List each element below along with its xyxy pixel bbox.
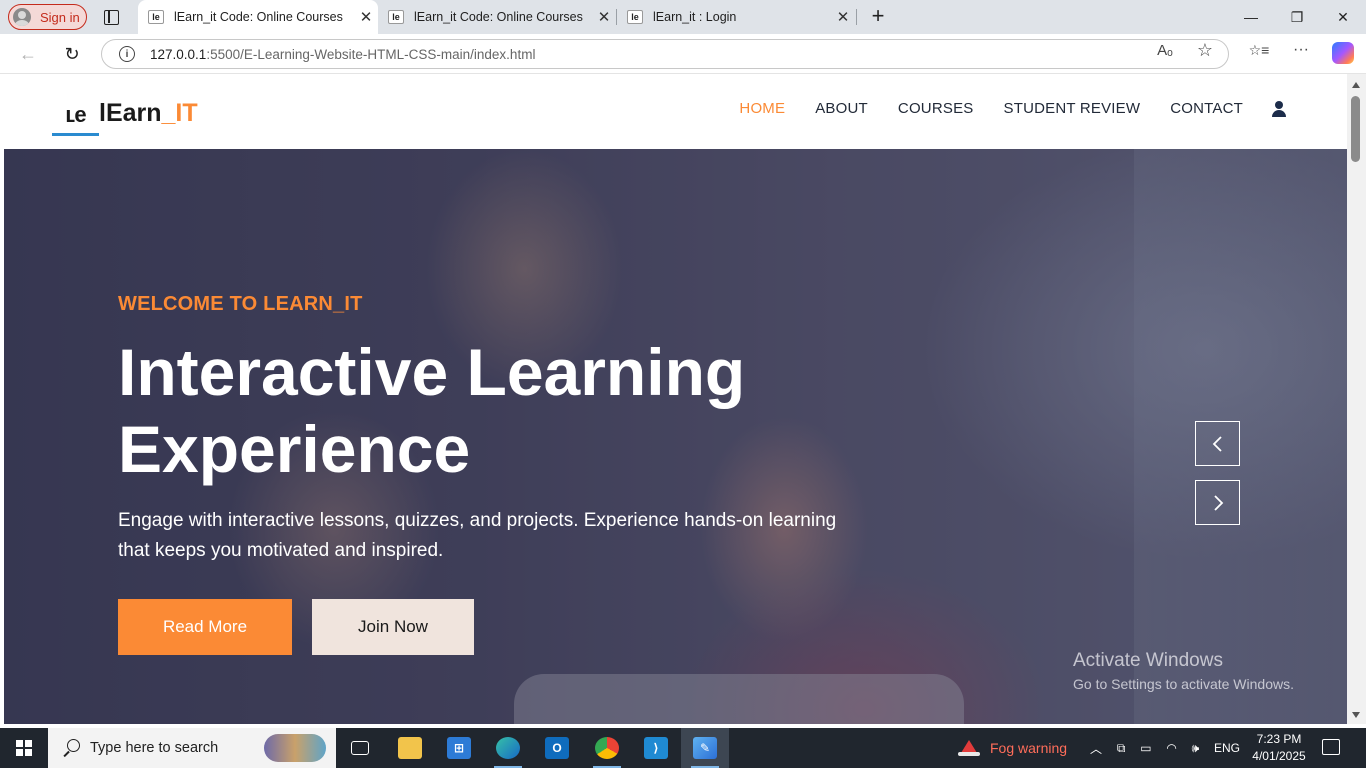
nav-contact[interactable]: CONTACT bbox=[1170, 100, 1243, 117]
task-view-icon bbox=[351, 741, 369, 755]
weather-text: Fog warning bbox=[990, 740, 1068, 756]
scroll-down-icon[interactable] bbox=[1352, 712, 1360, 718]
favorites-icon[interactable]: ☆≡ bbox=[1247, 40, 1271, 60]
windows-logo-icon bbox=[16, 740, 32, 756]
favicon-icon: le bbox=[148, 10, 164, 24]
search-placeholder: Type here to search bbox=[90, 740, 219, 756]
site-info-icon[interactable]: i bbox=[119, 46, 135, 62]
new-tab-button[interactable]: + bbox=[866, 3, 890, 29]
vscode-icon: ⟩ bbox=[644, 737, 668, 759]
join-now-button[interactable]: Join Now bbox=[312, 599, 474, 655]
file-explorer-button[interactable] bbox=[386, 728, 434, 768]
taskbar-clock[interactable]: 7:23 PM 4/01/2025 bbox=[1246, 731, 1312, 765]
site-header: ʟe lEarn_IT HOME ABOUT COURSES STUDENT R… bbox=[4, 74, 1347, 149]
profile-avatar-icon bbox=[13, 8, 31, 26]
favicon-icon: le bbox=[388, 10, 404, 24]
hero-headline: Interactive Learning Experience bbox=[118, 335, 746, 486]
wifi-icon[interactable]: ◠ bbox=[1166, 741, 1176, 755]
windows-taskbar: Type here to search ⊞ O ⟩ ✎ Fog warning … bbox=[0, 728, 1366, 768]
back-icon[interactable]: ← bbox=[14, 40, 42, 68]
taskbar-search-input[interactable]: Type here to search bbox=[48, 728, 336, 768]
nav-courses[interactable]: COURSES bbox=[898, 100, 974, 117]
task-view-button[interactable] bbox=[336, 728, 384, 768]
microsoft-store-button[interactable]: ⊞ bbox=[435, 728, 483, 768]
paint-icon: ✎ bbox=[693, 737, 717, 759]
maximize-button[interactable]: ❐ bbox=[1274, 0, 1320, 34]
tab-title: lEarn_it : Login bbox=[653, 10, 737, 24]
page-scrollbar[interactable] bbox=[1347, 74, 1366, 724]
store-icon: ⊞ bbox=[447, 737, 471, 759]
browser-tab-2[interactable]: le lEarn_it Code: Online Courses ✕ bbox=[378, 0, 616, 34]
carousel-next-button[interactable] bbox=[1195, 480, 1240, 525]
edge-icon bbox=[496, 737, 520, 759]
nav-home[interactable]: HOME bbox=[739, 100, 785, 117]
clock-time: 7:23 PM bbox=[1256, 732, 1302, 746]
logo-mark: ʟe bbox=[52, 96, 99, 136]
url-input[interactable]: i 127.0.0.1:5500/E-Learning-Website-HTML… bbox=[101, 39, 1229, 69]
system-tray: ︿ ⧉ ▭ ◠ 🕪 ENG bbox=[1090, 728, 1240, 768]
url-text: 127.0.0.1:5500/E-Learning-Website-HTML-C… bbox=[150, 46, 536, 62]
chrome-button[interactable] bbox=[583, 728, 631, 768]
tab-title: lEarn_it Code: Online Courses bbox=[174, 10, 343, 24]
tab-actions-icon[interactable] bbox=[101, 7, 121, 27]
fog-warning-icon bbox=[958, 740, 980, 756]
tab-title: lEarn_it Code: Online Courses bbox=[414, 10, 583, 24]
browser-tab-strip: Sign in le lEarn_it Code: Online Courses… bbox=[0, 0, 1366, 34]
nav-student-review[interactable]: STUDENT REVIEW bbox=[1004, 100, 1141, 117]
language-indicator[interactable]: ENG bbox=[1214, 741, 1240, 755]
close-window-button[interactable]: ✕ bbox=[1320, 0, 1366, 34]
hero-carousel: WELCOME TO LEARN_IT Interactive Learning… bbox=[4, 149, 1347, 724]
carousel-prev-button[interactable] bbox=[1195, 421, 1240, 466]
more-options-icon[interactable]: ··· bbox=[1291, 40, 1311, 60]
nav-about[interactable]: ABOUT bbox=[815, 100, 868, 117]
reload-icon[interactable]: ↻ bbox=[58, 40, 86, 68]
site-logo[interactable]: ʟe lEarn_IT bbox=[52, 96, 198, 136]
browser-tab-1[interactable]: le lEarn_it Code: Online Courses ✕ bbox=[138, 0, 378, 34]
outlook-icon: O bbox=[545, 737, 569, 759]
copilot-icon[interactable] bbox=[1332, 42, 1354, 64]
notification-center-icon[interactable] bbox=[1322, 739, 1340, 755]
browser-tab-3[interactable]: le lEarn_it : Login ✕ bbox=[617, 0, 855, 34]
volume-icon[interactable]: 🕪 bbox=[1192, 741, 1200, 756]
address-bar-row: ← ↻ i 127.0.0.1:5500/E-Learning-Website-… bbox=[0, 34, 1366, 74]
sign-in-label: Sign in bbox=[40, 9, 80, 25]
edge-button[interactable] bbox=[484, 728, 532, 768]
logo-name: lEarn_IT bbox=[99, 98, 198, 127]
chrome-icon bbox=[595, 737, 619, 759]
tab-separator bbox=[856, 9, 857, 25]
read-more-button[interactable]: Read More bbox=[118, 599, 292, 655]
start-button[interactable] bbox=[0, 728, 48, 768]
paint-button[interactable]: ✎ bbox=[681, 728, 729, 768]
tab-close-icon[interactable]: ✕ bbox=[831, 8, 855, 26]
page-viewport: ʟe lEarn_IT HOME ABOUT COURSES STUDENT R… bbox=[4, 74, 1347, 724]
sign-in-button[interactable]: Sign in bbox=[8, 4, 87, 30]
minimize-button[interactable]: — bbox=[1228, 0, 1274, 34]
hero-kicker: WELCOME TO LEARN_IT bbox=[118, 293, 363, 315]
favorite-star-icon[interactable]: ☆ bbox=[1195, 40, 1215, 60]
chevron-left-icon bbox=[1212, 435, 1222, 452]
user-icon[interactable] bbox=[1271, 100, 1287, 117]
tab-close-icon[interactable]: ✕ bbox=[354, 8, 378, 26]
tab-close-icon[interactable]: ✕ bbox=[592, 8, 616, 26]
folder-icon bbox=[398, 737, 422, 759]
search-highlight-image bbox=[264, 734, 326, 762]
outlook-button[interactable]: O bbox=[533, 728, 581, 768]
scrollbar-thumb[interactable] bbox=[1351, 96, 1360, 162]
favicon-icon: le bbox=[627, 10, 643, 24]
read-aloud-icon[interactable]: Aₒ bbox=[1155, 40, 1175, 60]
clock-date: 4/01/2025 bbox=[1252, 749, 1306, 763]
battery-icon[interactable]: ▭ bbox=[1140, 741, 1151, 755]
search-icon bbox=[62, 739, 80, 757]
hero-description: Engage with interactive lessons, quizzes… bbox=[118, 510, 837, 561]
show-hidden-icons-icon[interactable]: ︿ bbox=[1090, 740, 1102, 757]
weather-widget[interactable]: Fog warning bbox=[958, 728, 1067, 768]
scroll-up-icon[interactable] bbox=[1352, 82, 1360, 88]
meet-now-icon[interactable]: ⧉ bbox=[1117, 741, 1126, 756]
chevron-right-icon bbox=[1213, 494, 1223, 511]
vscode-button[interactable]: ⟩ bbox=[632, 728, 680, 768]
main-navigation: HOME ABOUT COURSES STUDENT REVIEW CONTAC… bbox=[709, 100, 1287, 117]
activate-windows-watermark: Activate Windows Go to Settings to activ… bbox=[1073, 650, 1294, 692]
